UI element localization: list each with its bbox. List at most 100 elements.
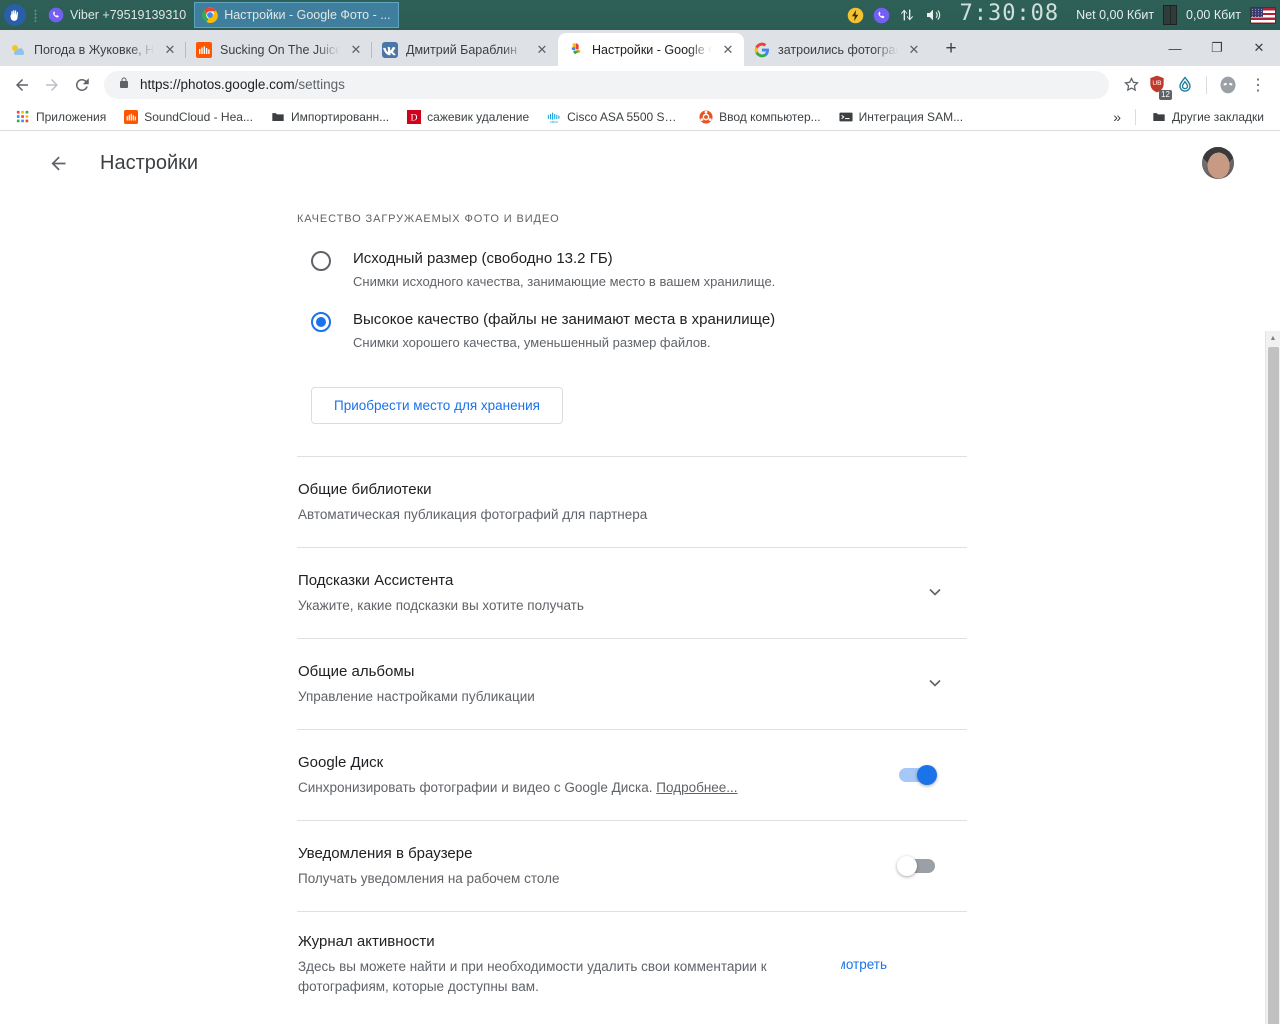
address-bar[interactable]: https://photos.google.com/settings	[104, 70, 1109, 99]
bookmark-label: Cisco ASA 5500 Se...	[567, 109, 682, 124]
tab-title: Настройки - Google Фото	[592, 42, 712, 57]
chevron-down-icon[interactable]	[925, 582, 967, 605]
page-title: Настройки	[100, 151, 199, 174]
page-scrollbar[interactable]: ▲	[1265, 331, 1280, 1024]
setting-row-activity-log[interactable]: Журнал активности Здесь вы можете найти …	[297, 912, 967, 1019]
row-texts: Уведомления в браузере Получать уведомле…	[297, 843, 899, 889]
close-window-button[interactable]: ✕	[1238, 33, 1280, 63]
row-texts: Google Диск Синхронизировать фотографии …	[297, 752, 899, 798]
taskbar-grip[interactable]	[30, 0, 40, 30]
chrome-menu-button[interactable]: ⋮	[1244, 71, 1272, 99]
viber-tray-icon[interactable]	[873, 7, 890, 24]
view-activity-link[interactable]: Просмотреть	[841, 957, 903, 972]
row-subtitle: Получать уведомления на рабочем столе	[298, 871, 560, 886]
bookmark-cisco[interactable]: cisco Cisco ASA 5500 Se...	[539, 107, 689, 127]
bookmark-star-icon[interactable]	[1117, 71, 1145, 99]
chevron-down-icon[interactable]	[925, 673, 967, 696]
new-tab-button[interactable]: +	[936, 34, 966, 64]
browser-tab-3[interactable]: Настройки - Google Фото ✕	[558, 33, 744, 66]
window-controls: — ❐ ✕	[1154, 33, 1280, 66]
system-tray: 7:30:08 Net 0,00 Кбит 0,00 Кбит	[847, 3, 1280, 26]
taskbar-item-viber[interactable]: Viber +79519139310	[40, 2, 194, 28]
minimize-button[interactable]: —	[1154, 33, 1196, 63]
row-subtitle: Укажите, какие подсказки вы хотите получ…	[298, 598, 584, 613]
bookmark-computer-input[interactable]: Ввод компьютер...	[691, 107, 829, 127]
avatar[interactable]	[1202, 147, 1234, 179]
taskbar-item-chrome[interactable]: Настройки - Google Фото - ...	[194, 2, 399, 28]
url-origin: https://photos.google.com	[140, 77, 295, 92]
row-title: Уведомления в браузере	[298, 845, 473, 862]
tab-title: затроились фотографии г	[778, 42, 898, 57]
page-back-button[interactable]	[38, 143, 78, 183]
setting-row-assistant-tips[interactable]: Подсказки Ассистента Укажите, какие подс…	[297, 548, 967, 638]
browser-tab-0[interactable]: Погода в Жуковке, Нижего ✕	[0, 33, 186, 66]
terminal-icon	[839, 112, 853, 121]
tab-title: Sucking On The Juice of Nat	[220, 42, 340, 57]
browser-tab-2[interactable]: Дмитрий Бараблин ✕	[371, 33, 558, 66]
bookmark-sam-integration[interactable]: Интеграция SAM...	[831, 107, 971, 127]
bookmark-other-folder[interactable]: Другие закладки	[1144, 107, 1272, 127]
d-letter-icon: D	[407, 109, 422, 124]
row-subtitle: Здесь вы можете найти и при необходимост…	[298, 959, 767, 994]
bookmark-sazhevik[interactable]: D сажевик удаление	[399, 107, 537, 127]
folder-icon	[1153, 112, 1165, 121]
radio-title: Высокое качество (файлы не занимают мест…	[353, 311, 776, 328]
radio-icon[interactable]	[311, 251, 331, 271]
view-activity-link-label: Просмотреть	[841, 957, 887, 972]
radio-icon[interactable]	[311, 312, 331, 332]
setting-row-browser-notifications[interactable]: Уведомления в браузере Получать уведомле…	[297, 821, 967, 911]
tab-close-icon[interactable]: ✕	[162, 42, 178, 58]
page-header: Настройки	[0, 131, 1280, 195]
forward-button[interactable]	[38, 71, 66, 99]
back-button[interactable]	[8, 71, 36, 99]
buy-storage-button[interactable]: Приобрести место для хранения	[311, 387, 563, 424]
viber-icon	[48, 7, 64, 23]
bookmark-soundcloud[interactable]: SoundCloud - Hea...	[116, 107, 261, 127]
scrollbar-thumb[interactable]	[1268, 347, 1279, 1024]
soundcloud-icon	[196, 41, 212, 58]
extension-droplet-icon[interactable]	[1171, 71, 1199, 99]
google-photos-settings-page: Настройки КАЧЕСТВО ЗАГРУЖАЕМЫХ ФОТО И ВИ…	[0, 131, 1280, 1024]
tab-close-icon[interactable]: ✕	[534, 42, 550, 58]
us-flag-icon[interactable]	[1250, 6, 1276, 24]
tab-close-icon[interactable]: ✕	[348, 42, 364, 58]
radio-subtitle: Снимки исходного качества, занимающие ме…	[353, 274, 776, 289]
maximize-button[interactable]: ❐	[1196, 33, 1238, 63]
row-subtitle: Управление настройками публикации	[298, 689, 535, 704]
row-texts: Журнал активности Здесь вы можете найти …	[297, 931, 827, 997]
taskbar-item-label: Настройки - Google Фото - ...	[224, 8, 391, 22]
scrollbar-up-arrow[interactable]: ▲	[1266, 331, 1280, 345]
upload-quality-section-label: КАЧЕСТВО ЗАГРУЖАЕМЫХ ФОТО И ВИДЕО	[297, 213, 560, 225]
setting-row-shared-albums[interactable]: Общие альбомы Управление настройками пуб…	[297, 639, 967, 729]
svg-text:cisco: cisco	[550, 120, 558, 124]
google-drive-toggle[interactable]	[899, 765, 937, 785]
browser-tab-strip: Погода в Жуковке, Нижего ✕ Sucking On Th…	[0, 30, 1280, 66]
radio-option-high-quality[interactable]: Высокое качество (файлы не занимают мест…	[297, 300, 967, 361]
row-title: Подсказки Ассистента	[298, 572, 454, 589]
browser-tab-4[interactable]: затроились фотографии г ✕	[744, 33, 930, 66]
volume-icon[interactable]	[924, 7, 942, 23]
reload-button[interactable]	[68, 71, 96, 99]
bookmark-label: Ввод компьютер...	[719, 109, 821, 124]
tab-title: Погода в Жуковке, Нижего	[34, 42, 154, 57]
profile-avatar-button[interactable]	[1214, 71, 1242, 99]
setting-row-google-drive[interactable]: Google Диск Синхронизировать фотографии …	[297, 730, 967, 820]
tab-close-icon[interactable]: ✕	[720, 42, 736, 58]
learn-more-link[interactable]: Подробнее...	[656, 780, 737, 795]
bookmark-imported[interactable]: Импортированн...	[263, 107, 397, 127]
browser-notifications-toggle[interactable]	[897, 856, 935, 876]
browser-tab-1[interactable]: Sucking On The Juice of Nat ✕	[185, 33, 372, 66]
tab-close-icon[interactable]: ✕	[906, 42, 922, 58]
setting-row-shared-libraries[interactable]: Общие библиотеки Автоматическая публикац…	[297, 457, 967, 547]
start-menu-button[interactable]	[0, 0, 30, 30]
flash-icon[interactable]	[847, 7, 864, 24]
row-title: Общие библиотеки	[298, 481, 432, 498]
bookmark-apps[interactable]: Приложения	[8, 107, 114, 127]
folder-icon	[272, 112, 284, 121]
bookmark-label: SoundCloud - Hea...	[144, 109, 253, 124]
bookmarks-overflow-button[interactable]: »	[1107, 109, 1127, 125]
network-transfer-icon[interactable]	[899, 7, 915, 23]
extension-adblock-icon[interactable]: UB 12	[1147, 74, 1172, 100]
radio-option-original-size[interactable]: Исходный размер (свободно 13.2 ГБ) Снимк…	[297, 239, 967, 300]
row-subtitle: Автоматическая публикация фотографий для…	[298, 507, 648, 522]
